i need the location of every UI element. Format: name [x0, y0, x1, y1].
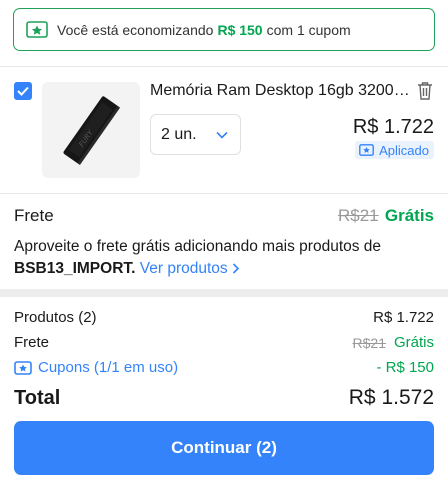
applied-badge: Aplicado	[355, 141, 434, 159]
coupon-icon	[14, 360, 32, 375]
applied-badge-label: Aplicado	[379, 142, 429, 158]
item-price: R$ 1.722	[352, 116, 434, 138]
coupons-link[interactable]: Cupons (1/1 em uso)	[14, 359, 178, 376]
ram-module-image: FURY	[63, 96, 121, 165]
total-label: Total	[14, 386, 61, 409]
product-image[interactable]: FURY	[42, 82, 140, 178]
shipping-free-label: Grátis	[384, 206, 434, 225]
savings-text: Você está economizando	[57, 21, 214, 38]
see-products-link[interactable]: Ver produtos	[140, 260, 240, 277]
shipping-message: Aproveite o frete grátis adicionando mai…	[14, 236, 434, 280]
summary-coupons-row: Cupons (1/1 em uso) - R$ 150	[14, 359, 434, 376]
savings-banner: Você está economizando R$ 150 com 1 cupo…	[13, 8, 435, 51]
item-checkbox[interactable]	[14, 82, 32, 100]
summary-coupons-value: - R$ 150	[376, 359, 434, 376]
section-separator	[0, 289, 448, 297]
shipping-label: Frete	[14, 206, 54, 225]
coupon-icon	[26, 21, 48, 38]
summary-shipping-label: Frete	[14, 334, 50, 351]
trash-icon[interactable]	[416, 81, 434, 101]
divider	[0, 193, 448, 194]
summary-products-row: Produtos (2) R$ 1.722	[14, 309, 434, 326]
divider	[0, 66, 448, 67]
savings-amount: R$ 150	[217, 21, 263, 38]
check-icon	[17, 86, 29, 96]
product-title[interactable]: Memória Ram Desktop 16gb 3200Mhz	[150, 82, 412, 100]
chevron-down-icon	[216, 131, 228, 139]
total-value: R$ 1.572	[348, 386, 434, 409]
savings-coupon-text: com 1 cupom	[266, 21, 351, 38]
summary-shipping-old: R$21	[352, 334, 386, 351]
summary-shipping-value: Grátis	[393, 334, 434, 351]
summary-products-value: R$ 1.722	[373, 309, 434, 326]
chevron-right-icon	[232, 263, 240, 274]
shipping-message-text: Aproveite o frete grátis adicionando mai…	[14, 238, 382, 255]
summary-shipping-row: Frete R$21 Grátis	[14, 334, 434, 351]
continue-button[interactable]: Continuar (2)	[14, 421, 434, 475]
summary-total-row: Total R$ 1.572	[14, 386, 434, 410]
store-name: BSB13_IMPORT.	[14, 260, 136, 277]
quantity-value: 2 un.	[161, 125, 197, 143]
shipping-old-price: R$21	[338, 206, 379, 225]
quantity-select[interactable]: 2 un.	[150, 114, 241, 155]
coupons-label: Cupons (1/1 em uso)	[38, 359, 179, 376]
summary-products-label: Produtos (2)	[14, 309, 97, 326]
coupon-icon	[359, 144, 375, 156]
see-products-label: Ver produtos	[139, 260, 228, 277]
